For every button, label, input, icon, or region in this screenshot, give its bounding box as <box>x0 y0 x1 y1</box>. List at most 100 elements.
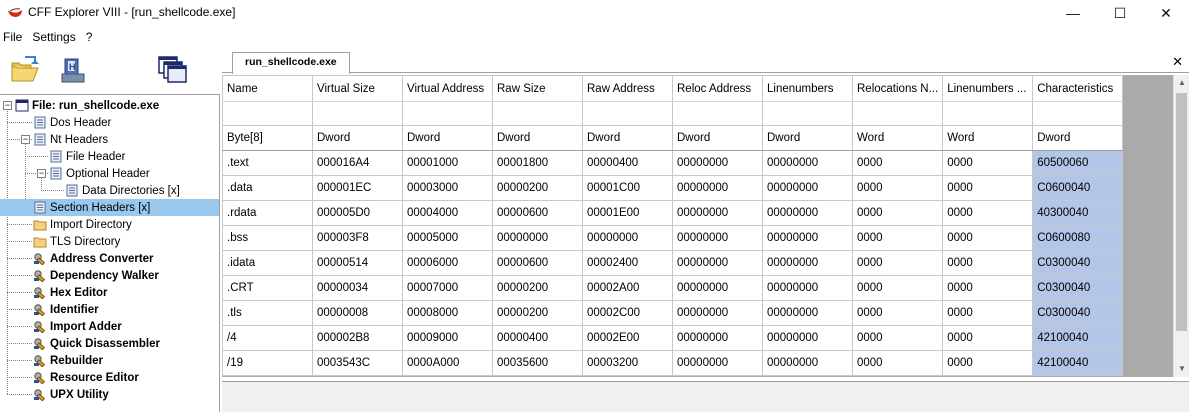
table-cell[interactable]: 00000200 <box>492 300 583 326</box>
table-cell[interactable]: 0000 <box>942 300 1034 326</box>
table-cell[interactable]: 40300040 <box>1032 200 1124 226</box>
table-cell[interactable]: 000001EC <box>312 175 403 201</box>
table-cell[interactable]: .rdata <box>222 200 313 226</box>
table-cell[interactable]: 000005D0 <box>312 200 403 226</box>
table-cell[interactable]: 60500060 <box>1032 150 1124 176</box>
table-cell[interactable]: 0000 <box>851 150 944 176</box>
table-cell[interactable]: 0000 <box>851 250 944 276</box>
table-cell[interactable]: 0000 <box>942 200 1034 226</box>
tree-item-import-directory[interactable]: Import Directory <box>0 216 219 233</box>
maximize-button[interactable]: ☐ <box>1097 0 1143 26</box>
table-cell[interactable]: 00000000 <box>672 275 763 301</box>
table-cell[interactable]: 00000000 <box>762 275 853 301</box>
column-header[interactable]: Raw Size <box>492 75 583 102</box>
table-row[interactable]: /19 0003543C 0000A000 00035600 00003200 00000… <box>222 350 1124 376</box>
table-cell[interactable]: 00000000 <box>672 150 763 176</box>
table-cell[interactable]: 00002A00 <box>582 275 673 301</box>
menu-file[interactable]: File <box>0 28 26 48</box>
table-cell[interactable]: 0000 <box>942 250 1034 276</box>
table-cell[interactable]: 00000600 <box>492 250 583 276</box>
table-row[interactable]: /4 000002B8 00009000 00000400 00002E00 000000… <box>222 325 1124 351</box>
table-cell[interactable]: 00003000 <box>402 175 493 201</box>
table-cell[interactable]: 00000000 <box>672 225 763 251</box>
tree-item-data-directories-x[interactable]: Data Directories [x] <box>0 182 219 199</box>
table-cell[interactable]: 00004000 <box>402 200 493 226</box>
menu-settings[interactable]: Settings <box>29 28 79 48</box>
table-cell[interactable]: 0000 <box>851 325 944 351</box>
table-cell[interactable]: 00000000 <box>672 300 763 326</box>
table-cell[interactable]: C0300040 <box>1032 250 1124 276</box>
scroll-up-icon[interactable]: ▲ <box>1174 75 1189 91</box>
minimize-button[interactable]: — <box>1050 0 1096 26</box>
table-cell[interactable]: .idata <box>222 250 313 276</box>
open-folder-icon[interactable] <box>9 54 41 86</box>
table-cell[interactable]: 0003543C <box>312 350 403 376</box>
menu-help[interactable]: ? <box>83 28 97 48</box>
tree-item-identifier[interactable]: Identifier <box>0 301 219 318</box>
tree-item-address-converter[interactable]: Address Converter <box>0 250 219 267</box>
table-cell[interactable]: 00035600 <box>492 350 583 376</box>
tree-item-quick-disassembler[interactable]: Quick Disassembler <box>0 335 219 352</box>
tree-item-resource-editor[interactable]: Resource Editor <box>0 369 219 386</box>
save-icon[interactable]: H <box>56 54 88 86</box>
table-cell[interactable]: 0000 <box>851 225 944 251</box>
close-button[interactable]: ✕ <box>1143 0 1189 26</box>
table-cell[interactable]: C0300040 <box>1032 275 1124 301</box>
table-cell[interactable]: 00002C00 <box>582 300 673 326</box>
table-cell[interactable]: 0000 <box>851 350 944 376</box>
column-header[interactable]: Raw Address <box>582 75 673 102</box>
table-cell[interactable]: 0000 <box>942 275 1034 301</box>
column-header[interactable]: Relocations N... <box>851 75 944 102</box>
table-cell[interactable]: 0000 <box>851 175 944 201</box>
tree-item-hex-editor[interactable]: Hex Editor <box>0 284 219 301</box>
table-cell[interactable]: 00000514 <box>312 250 403 276</box>
table-cell[interactable]: .tls <box>222 300 313 326</box>
vertical-scrollbar[interactable]: ▲ ▼ <box>1173 75 1189 377</box>
table-cell[interactable]: 00000034 <box>312 275 403 301</box>
table-cell[interactable]: 00008000 <box>402 300 493 326</box>
table-cell[interactable]: 00000200 <box>492 275 583 301</box>
table-cell[interactable]: 00000400 <box>492 325 583 351</box>
tree-item-file-run-shellcode-exe[interactable]: File: run_shellcode.exe <box>0 97 219 114</box>
table-cell[interactable]: 000002B8 <box>312 325 403 351</box>
table-cell[interactable]: 00000000 <box>582 225 673 251</box>
column-header[interactable]: Linenumbers <box>762 75 853 102</box>
tree-item-section-headers-x[interactable]: Section Headers [x] <box>0 199 219 216</box>
table-cell[interactable]: 00000000 <box>672 250 763 276</box>
table-cell[interactable]: 00001E00 <box>582 200 673 226</box>
table-cell[interactable]: 00002E00 <box>582 325 673 351</box>
table-cell[interactable]: 0000 <box>851 200 944 226</box>
table-cell[interactable]: 00000000 <box>762 325 853 351</box>
table-cell[interactable]: 00001800 <box>492 150 583 176</box>
table-cell[interactable]: 00000000 <box>762 225 853 251</box>
table-cell[interactable]: 00003200 <box>582 350 673 376</box>
tree-item-nt-headers[interactable]: Nt Headers <box>0 131 219 148</box>
table-cell[interactable]: /19 <box>222 350 313 376</box>
table-cell[interactable]: .data <box>222 175 313 201</box>
table-cell[interactable]: 000003F8 <box>312 225 403 251</box>
tab-run-shellcode[interactable]: run_shellcode.exe <box>232 52 350 74</box>
scroll-down-icon[interactable]: ▼ <box>1174 361 1189 377</box>
table-cell[interactable]: 00000000 <box>672 350 763 376</box>
collapse-icon[interactable]: − <box>37 169 46 178</box>
table-cell[interactable]: 00007000 <box>402 275 493 301</box>
table-cell[interactable]: 0000 <box>851 275 944 301</box>
table-cell[interactable]: 00000000 <box>762 350 853 376</box>
table-cell[interactable]: C0600080 <box>1032 225 1124 251</box>
column-header[interactable]: Characteristics <box>1032 75 1124 102</box>
column-header[interactable]: Virtual Address <box>402 75 493 102</box>
table-cell[interactable]: .text <box>222 150 313 176</box>
table-cell[interactable]: 00006000 <box>402 250 493 276</box>
table-cell[interactable]: 42100040 <box>1032 350 1124 376</box>
table-cell[interactable]: 00009000 <box>402 325 493 351</box>
tab-close-icon[interactable]: ✕ <box>1172 54 1183 70</box>
table-cell[interactable]: C0600040 <box>1032 175 1124 201</box>
table-cell[interactable]: .CRT <box>222 275 313 301</box>
table-cell[interactable]: 0000 <box>942 175 1034 201</box>
table-cell[interactable]: 00000000 <box>672 325 763 351</box>
table-row[interactable]: .rdata 000005D0 00004000 00000600 00001E00 00… <box>222 200 1124 226</box>
table-cell[interactable]: C0300040 <box>1032 300 1124 326</box>
table-cell[interactable]: 00005000 <box>402 225 493 251</box>
table-cell[interactable]: 00000600 <box>492 200 583 226</box>
table-cell[interactable]: 000016A4 <box>312 150 403 176</box>
